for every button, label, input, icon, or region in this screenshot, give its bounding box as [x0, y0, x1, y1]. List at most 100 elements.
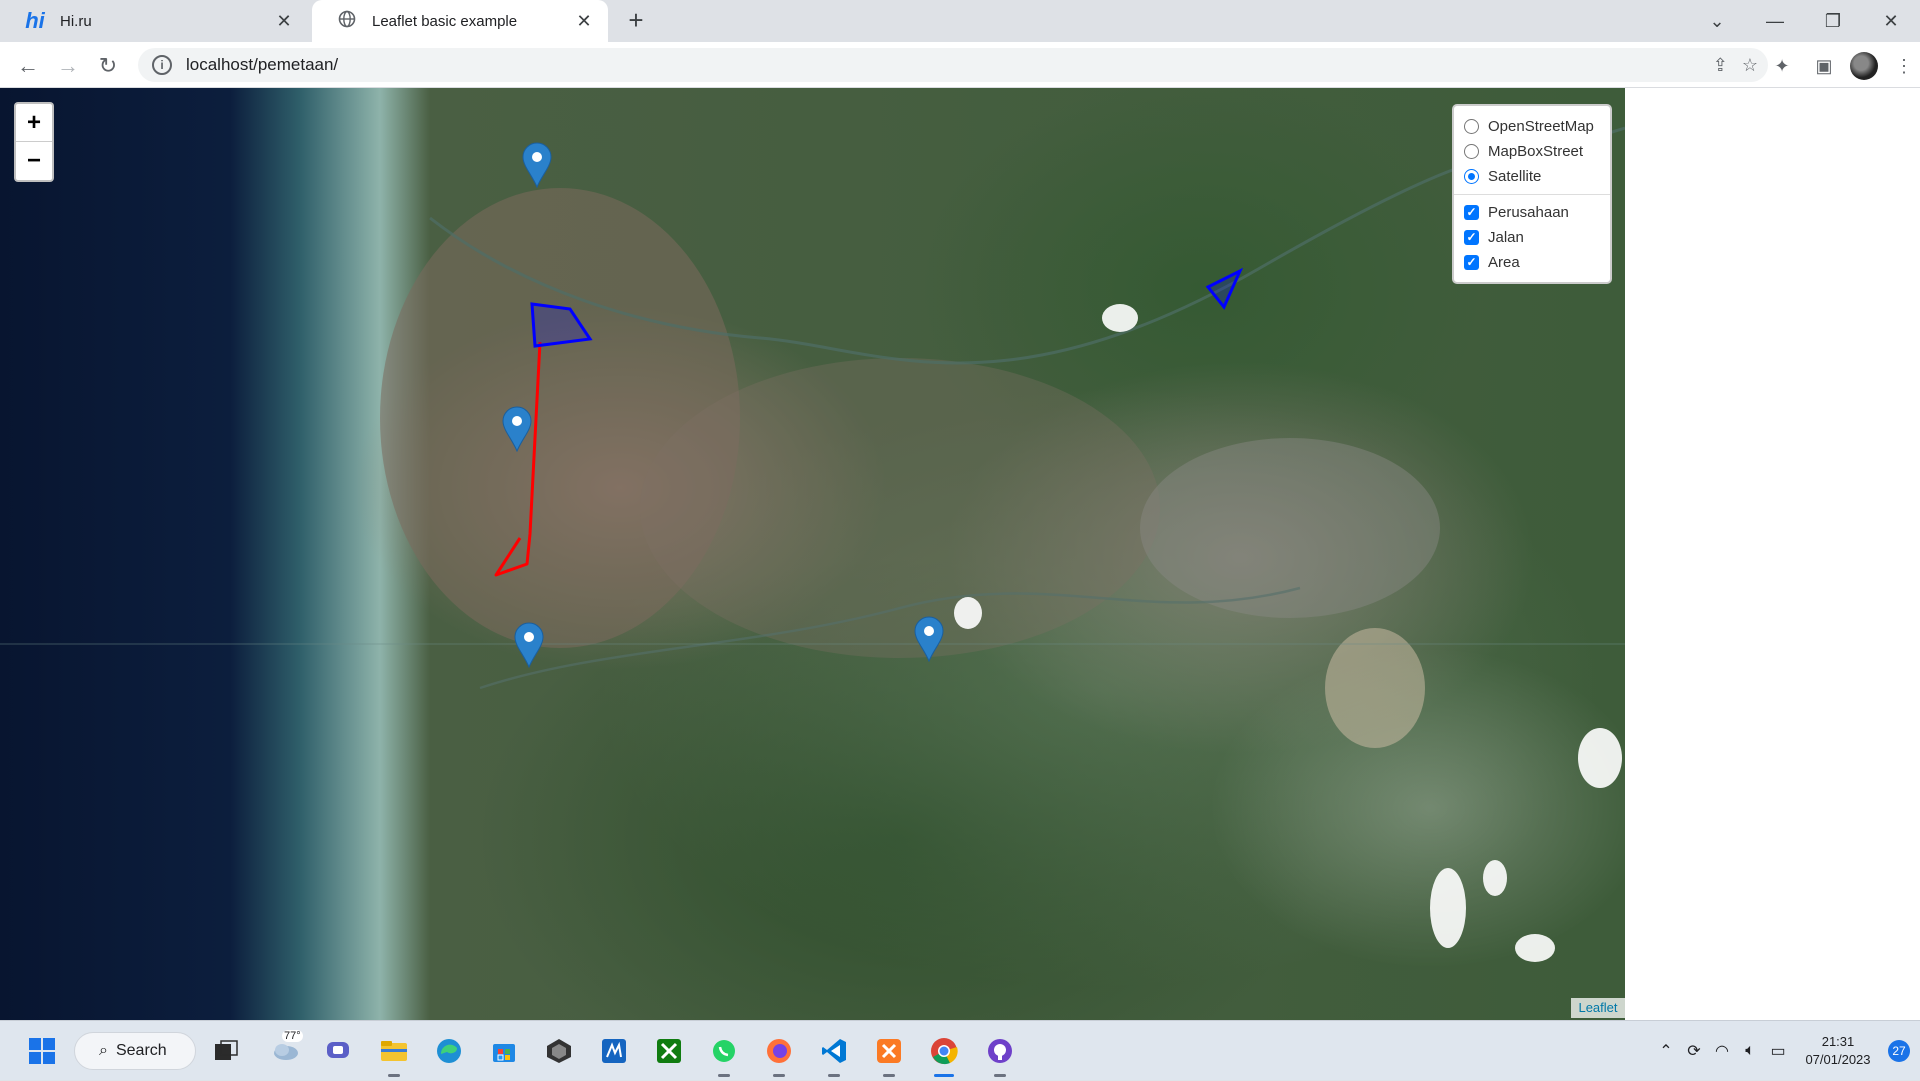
extensions-puzzle-icon[interactable]: ✦ — [1766, 50, 1798, 82]
vscode-icon[interactable] — [814, 1031, 854, 1077]
map-vector-overlay — [0, 126, 1625, 962]
tab-title: Hi.ru — [60, 12, 92, 30]
browser-toolbar: ← → ↻ i localhost/pemetaan/ ⇪ ☆ ✦ ▣ ⋮ — [0, 42, 1920, 88]
clock-date: 07/01/2023 — [1805, 1052, 1871, 1067]
new-tab-button[interactable]: + — [620, 5, 652, 37]
layers-control: OpenStreetMap MapBoxStreet Satellite ✓ P… — [1452, 104, 1612, 284]
base-layer-label: Satellite — [1488, 168, 1542, 185]
xampp-icon[interactable] — [869, 1031, 909, 1077]
chevron-up-icon[interactable]: ⌃ — [1652, 1041, 1680, 1061]
weather-temperature: 77° — [282, 1030, 303, 1042]
radio-button[interactable] — [1464, 119, 1479, 134]
globe-icon — [336, 10, 358, 32]
firefox-icon[interactable] — [759, 1031, 799, 1077]
minimize-button[interactable]: — — [1746, 0, 1804, 42]
address-bar[interactable]: i localhost/pemetaan/ ⇪ ☆ — [138, 48, 1768, 82]
close-icon[interactable]: ✕ — [570, 11, 598, 32]
taskbar-search-button[interactable]: ⌕ Search — [74, 1032, 196, 1070]
overlay-label: Perusahaan — [1488, 204, 1569, 221]
running-indicator — [994, 1074, 1006, 1077]
radio-button[interactable] — [1464, 144, 1479, 159]
window-controls: ⌄ — ❐ ✕ — [1688, 0, 1920, 42]
bookmark-star-icon[interactable]: ☆ — [1742, 55, 1758, 76]
file-explorer-icon[interactable] — [374, 1031, 414, 1077]
windows-taskbar: ⌕ Search 77° ⌃ ⟳ ◠ 🔈︎ ▭ 21:31 07/01/2023… — [0, 1020, 1920, 1080]
unity-icon[interactable] — [539, 1031, 579, 1071]
search-icon: ⌕ — [99, 1042, 108, 1059]
hi-logo-icon: hi — [25, 8, 45, 33]
zoom-out-button[interactable]: − — [16, 142, 52, 180]
search-label: Search — [115, 1042, 167, 1059]
company-marker-pin-icon[interactable] — [914, 616, 944, 663]
volume-icon[interactable]: 🔈︎ — [1736, 1042, 1764, 1060]
base-layer-label: OpenStreetMap — [1488, 118, 1594, 135]
close-window-button[interactable]: ✕ — [1862, 0, 1920, 42]
overlay-label: Area — [1488, 254, 1520, 271]
vscode-insiders-icon[interactable] — [594, 1031, 634, 1071]
overlay-area[interactable]: ✓ Area — [1464, 250, 1600, 275]
quarry-area — [1325, 628, 1425, 748]
menu-kebab-icon[interactable]: ⋮ — [1888, 50, 1920, 82]
layers-separator — [1454, 194, 1610, 195]
tab-search-chevron-icon[interactable]: ⌄ — [1688, 0, 1746, 42]
xbox-icon[interactable] — [649, 1031, 689, 1071]
store-icon[interactable] — [484, 1031, 524, 1071]
zoom-in-button[interactable]: + — [16, 104, 52, 142]
tab-title: Leaflet basic example — [372, 12, 518, 30]
area-polygon[interactable] — [1205, 267, 1244, 310]
running-indicator — [718, 1074, 730, 1077]
tab-leaflet[interactable]: Leaflet basic example ✕ — [312, 0, 608, 42]
leaflet-map[interactable]: + − OpenStreetMap MapBoxStreet Satellite… — [0, 88, 1625, 1020]
extension-area: ✦ ▣ ⋮ — [1766, 50, 1920, 82]
overlay-label: Jalan — [1488, 229, 1524, 246]
overlay-perusahaan[interactable]: ✓ Perusahaan — [1464, 200, 1600, 225]
urban-area-texture — [640, 358, 1160, 658]
notification-count-badge[interactable]: 27 — [1888, 1040, 1910, 1062]
base-layer-openstreetmap[interactable]: OpenStreetMap — [1464, 114, 1600, 139]
running-indicator — [388, 1074, 400, 1077]
running-indicator — [883, 1074, 895, 1077]
forward-arrow-icon[interactable]: → — [52, 50, 84, 82]
base-layer-mapboxstreet[interactable]: MapBoxStreet — [1464, 139, 1600, 164]
reload-icon[interactable]: ↻ — [92, 50, 124, 82]
url-text[interactable]: localhost/pemetaan/ — [186, 55, 338, 75]
company-marker-pin-icon[interactable] — [522, 142, 552, 189]
company-marker-pin-icon[interactable] — [514, 622, 544, 669]
battery-icon[interactable]: ▭ — [1764, 1041, 1792, 1061]
base-layer-label: MapBoxStreet — [1488, 143, 1584, 160]
windows-start-icon[interactable] — [22, 1031, 62, 1071]
omnibox-actions: ⇪ ☆ — [1713, 48, 1758, 82]
site-info-icon[interactable]: i — [152, 55, 172, 75]
system-tray: ⌃ ⟳ ◠ 🔈︎ ▭ 21:31 07/01/2023 27 — [1652, 1021, 1920, 1081]
radio-button-selected[interactable] — [1464, 169, 1479, 184]
close-icon[interactable]: ✕ — [270, 11, 298, 32]
tab-strip: hi Hi.ru ✕ Leaflet basic example ✕ + ⌄ —… — [0, 0, 1920, 42]
clock[interactable]: 21:31 07/01/2023 — [1792, 1033, 1884, 1069]
edge-icon[interactable] — [429, 1031, 469, 1071]
github-desktop-icon[interactable] — [980, 1031, 1020, 1077]
task-view-icon[interactable] — [206, 1031, 246, 1071]
checkbox-checked[interactable]: ✓ — [1464, 205, 1479, 220]
overlay-jalan[interactable]: ✓ Jalan — [1464, 225, 1600, 250]
avatar[interactable] — [1850, 52, 1878, 80]
active-window-indicator — [934, 1074, 954, 1077]
running-indicator — [828, 1074, 840, 1077]
company-marker-pin-icon[interactable] — [502, 406, 532, 453]
restore-button[interactable]: ❐ — [1804, 0, 1862, 42]
running-indicator — [773, 1074, 785, 1077]
checkbox-checked[interactable]: ✓ — [1464, 230, 1479, 245]
base-layer-satellite[interactable]: Satellite — [1464, 164, 1600, 189]
sync-icon[interactable]: ⟳ — [1680, 1041, 1708, 1061]
side-panel-icon[interactable]: ▣ — [1808, 50, 1840, 82]
share-icon[interactable]: ⇪ — [1713, 55, 1728, 76]
page-blank-area — [1625, 88, 1920, 1020]
clock-time: 21:31 — [1821, 1034, 1855, 1049]
tab-hi-ru[interactable]: hi Hi.ru ✕ — [0, 0, 308, 42]
back-arrow-icon[interactable]: ← — [12, 50, 44, 82]
whatsapp-icon[interactable] — [704, 1031, 744, 1077]
checkbox-checked[interactable]: ✓ — [1464, 255, 1479, 270]
leaflet-attribution-link[interactable]: Leaflet — [1571, 998, 1625, 1018]
chrome-icon[interactable] — [924, 1031, 964, 1077]
teams-chat-icon[interactable] — [318, 1031, 358, 1071]
wifi-icon[interactable]: ◠ — [1708, 1041, 1736, 1061]
